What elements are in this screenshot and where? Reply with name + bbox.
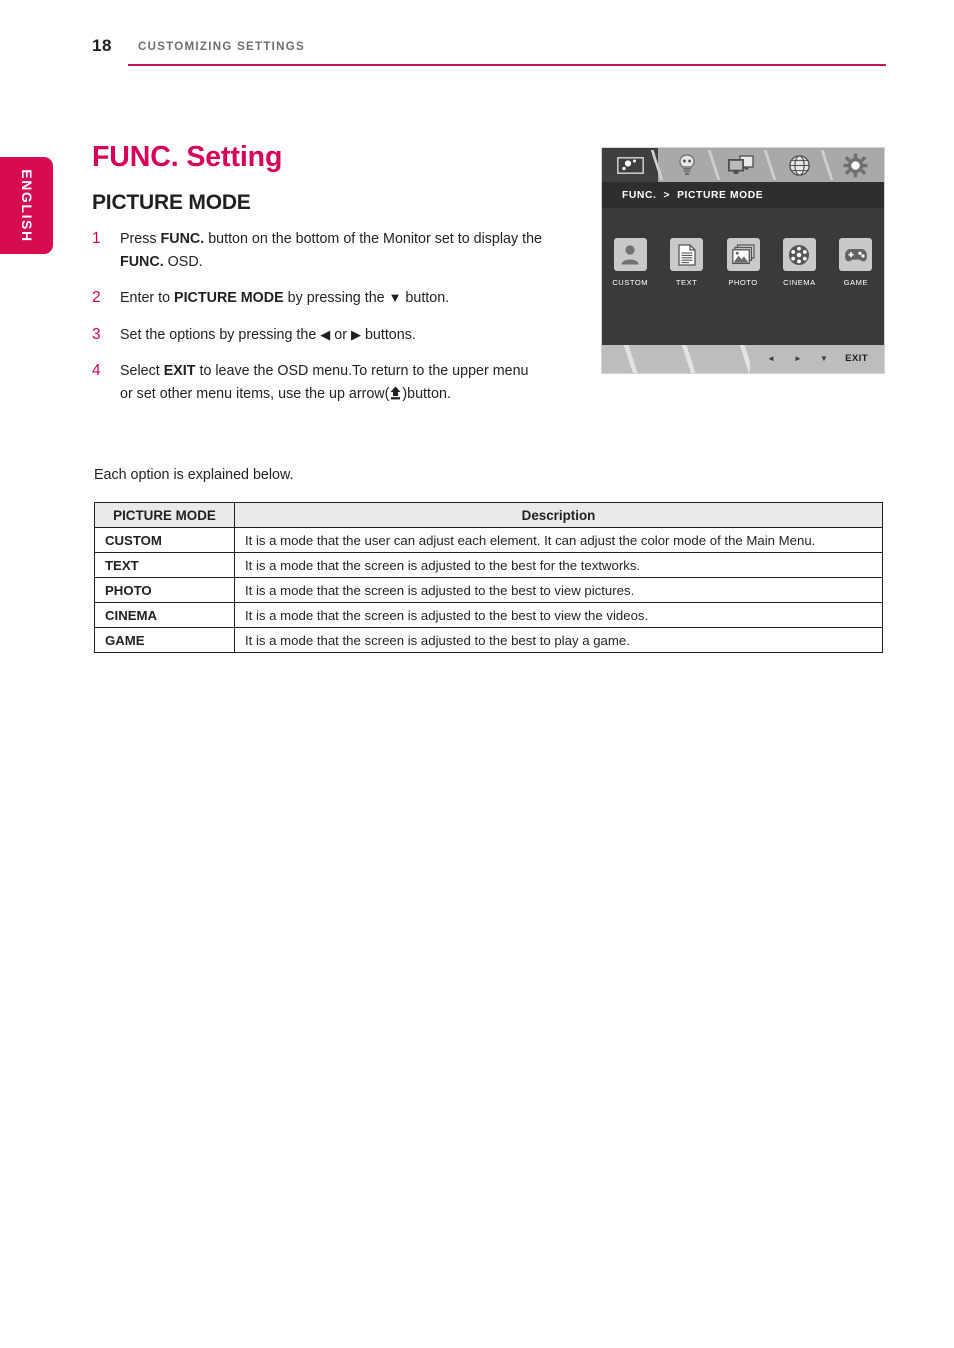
lightbulb-icon [679, 154, 695, 175]
table-row: PHOTO It is a mode that the screen is adj… [94, 577, 883, 603]
table-cell-description: It is a mode that the screen is adjusted… [234, 577, 883, 603]
document-icon [677, 243, 696, 266]
step-number: 1 [92, 230, 101, 247]
osd-footer: ◄ ► ▼ EXIT [602, 345, 884, 373]
osd-tab-dual-monitor[interactable] [715, 148, 778, 182]
instruction-step: 4 Select EXIT to leave the OSD menu.To re… [92, 360, 542, 405]
direction-arrow-icon: ▼ [388, 290, 402, 305]
breadcrumb-current: PICTURE MODE [677, 189, 764, 201]
globe-icon [789, 154, 810, 176]
table-cell-description: It is a mode that the screen is adjusted… [234, 602, 883, 628]
osd-mode-photo[interactable]: PHOTO [715, 238, 771, 287]
step-text: Enter to PICTURE MODE by pressing the ▼ … [120, 290, 450, 306]
osd-right-arrow-icon[interactable]: ► [794, 354, 802, 363]
osd-mode-label-game: GAME [843, 278, 869, 287]
table-row: CUSTOM It is a mode that the user can adj… [94, 527, 883, 553]
table-cell-description: It is a mode that the user can adjust ea… [234, 527, 883, 553]
film-reel-icon [789, 244, 810, 265]
step-number: 4 [92, 362, 101, 379]
direction-arrow-icon: ◀ [320, 326, 331, 342]
osd-tab-gear[interactable] [828, 148, 884, 182]
osd-down-arrow-icon[interactable]: ▼ [820, 354, 828, 363]
table-intro-text: Each option is explained below. [94, 467, 294, 483]
osd-mode-game[interactable]: GAME [828, 238, 884, 287]
table-cell-description: It is a mode that the screen is adjusted… [234, 627, 883, 653]
step-text: Press FUNC. button on the bottom of the … [120, 231, 542, 270]
picture-icon [616, 156, 644, 174]
table-row: TEXT It is a mode that the screen is adju… [94, 552, 883, 578]
table-cell-description: It is a mode that the screen is adjusted… [234, 552, 883, 578]
osd-mode-list: CUSTOM TEXT PHOTO CINEMA GAME [602, 238, 884, 287]
osd-exit-button[interactable]: EXIT [845, 353, 868, 364]
table-header-description: Description [234, 502, 883, 528]
section-title: PICTURE MODE [92, 191, 251, 215]
instruction-step: 3 Set the options by pressing the ◀ or ▶ … [92, 324, 542, 347]
osd-mode-cinema[interactable]: CINEMA [771, 238, 827, 287]
osd-mode-text[interactable]: TEXT [658, 238, 714, 287]
table-cell-mode: PHOTO [94, 577, 235, 603]
osd-left-arrow-icon[interactable]: ◄ [767, 354, 775, 363]
breadcrumb-separator: > [663, 189, 671, 201]
instruction-step: 2 Enter to PICTURE MODE by pressing the ▼… [92, 287, 542, 310]
osd-mode-label-photo: PHOTO [728, 278, 758, 287]
table-cell-mode: CUSTOM [94, 527, 235, 553]
page-title: FUNC. Setting [92, 141, 283, 174]
osd-body: CUSTOM TEXT PHOTO CINEMA GAME [602, 208, 884, 347]
osd-tab-picture[interactable] [602, 148, 665, 182]
person-icon [621, 245, 639, 265]
table-row: GAME It is a mode that the screen is adju… [94, 627, 883, 653]
step-text: Select EXIT to leave the OSD menu.To ret… [120, 363, 529, 402]
osd-mode-icon-photo [726, 238, 760, 271]
step-text: Set the options by pressing the ◀ or ▶ b… [120, 326, 416, 343]
picture-mode-table: PICTURE MODE Description CUSTOM It is a m… [94, 502, 883, 653]
step-number: 3 [92, 325, 101, 343]
table-cell-mode: CINEMA [94, 602, 235, 628]
instruction-steps: 1 Press FUNC. button on the bottom of the… [92, 228, 542, 419]
language-tab-label: ENGLISH [18, 168, 35, 243]
osd-mode-custom[interactable]: CUSTOM [602, 238, 658, 287]
table-row: CINEMA It is a mode that the screen is ad… [94, 602, 883, 628]
osd-tab-bar [602, 148, 884, 182]
gear-icon [843, 153, 868, 177]
gamepad-icon [844, 248, 867, 261]
page-number: 18 [92, 36, 112, 55]
breadcrumb-root: FUNC. [622, 189, 657, 201]
dual-monitor-icon [728, 155, 754, 174]
step-number: 2 [92, 289, 101, 306]
table-header-row: PICTURE MODE Description [94, 502, 883, 528]
table-cell-mode: TEXT [94, 552, 235, 578]
page-header: 18 CUSTOMIZING SETTINGS [0, 36, 954, 70]
direction-arrow-icon: ▶ [350, 326, 361, 342]
osd-mode-label-text: TEXT [675, 278, 698, 287]
osd-mode-label-custom: CUSTOM [612, 278, 649, 287]
instruction-step: 1 Press FUNC. button on the bottom of the… [92, 228, 542, 273]
osd-breadcrumb: FUNC. > PICTURE MODE [602, 182, 884, 208]
table-header-mode: PICTURE MODE [94, 502, 235, 528]
osd-tab-globe[interactable] [771, 148, 834, 182]
language-tab: ENGLISH [0, 157, 53, 254]
table-cell-mode: GAME [94, 627, 235, 653]
osd-tab-lightbulb[interactable] [658, 148, 721, 182]
osd-mode-icon-cinema [782, 238, 816, 271]
osd-mode-icon-text [670, 238, 704, 271]
header-divider [128, 64, 886, 66]
footer-hatch-decor [602, 345, 750, 373]
osd-mode-label-cinema: CINEMA [783, 278, 816, 287]
osd-mode-icon-game [839, 238, 873, 271]
osd-screenshot: FUNC. > PICTURE MODE CUSTOM TEXT PHOTO C… [601, 147, 885, 374]
up-arrow-icon [390, 386, 401, 399]
photos-icon [731, 244, 755, 265]
header-section-title: CUSTOMIZING SETTINGS [138, 41, 305, 53]
osd-mode-icon-custom [613, 238, 647, 271]
